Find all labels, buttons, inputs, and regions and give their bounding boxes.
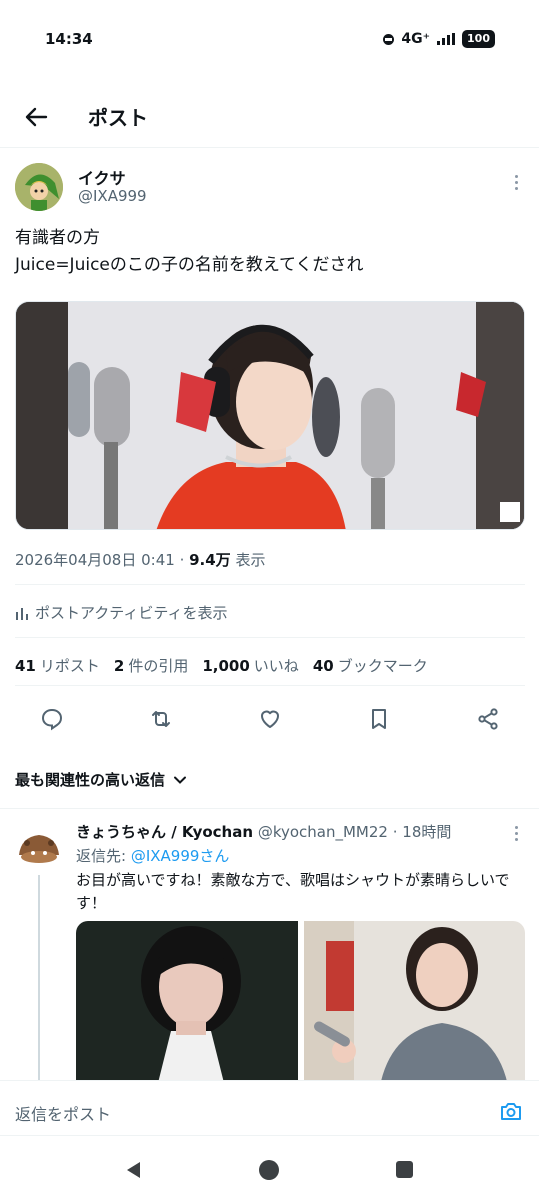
bookmarks-stat[interactable]: 40 ブックマーク (313, 655, 428, 676)
view-count: 9.4万 (189, 551, 231, 569)
reply-input[interactable]: 返信をポスト (15, 1101, 111, 1125)
share-button[interactable] (476, 707, 500, 731)
reply-time: · 18時間 (387, 823, 452, 841)
author-handle[interactable]: @IXA999 (78, 187, 147, 205)
camera-button[interactable] (499, 1099, 523, 1123)
post-image[interactable] (15, 301, 525, 530)
quotes-label: 件の引用 (128, 657, 189, 675)
post-stats: 41 リポスト 2 件の引用 1,000 いいね 40 ブックマーク (15, 655, 428, 676)
bookmarks-label: ブックマーク (337, 657, 428, 675)
nav-back-button[interactable] (124, 1160, 144, 1184)
reply-item[interactable]: きょうちゃん / Kyochan @kyochan_MM22 · 18時間 返信… (0, 808, 539, 1091)
thread-line (38, 875, 40, 1085)
reply-author-handle[interactable]: @kyochan_MM22 (258, 823, 388, 841)
divider (15, 637, 525, 638)
post-text-line: Juice=Juiceのこの子の名前を教えてくだされ (15, 255, 364, 275)
triangle-back-icon (127, 1162, 140, 1178)
battery-icon: 100 (462, 30, 495, 48)
status-bar: 14:34 4G⁺ 100 (0, 0, 539, 80)
post-activity-link[interactable]: ポストアクティビティを表示 (15, 602, 227, 623)
repost-button[interactable] (149, 707, 173, 731)
portrait-photo (76, 921, 298, 1091)
portrait-photo (303, 921, 525, 1091)
likes-count: 1,000 (202, 657, 250, 675)
sort-label: 最も関連性の高い返信 (15, 771, 166, 789)
reply-text: お目が高いですね！素敵な方で、歌唱はシャウトが素晴らしいです！ (76, 871, 510, 912)
post-activity-label: ポストアクティビティを表示 (35, 604, 228, 622)
reposts-label: リポスト (39, 657, 100, 675)
reply-header: きょうちゃん / Kyochan @kyochan_MM22 · 18時間 (76, 821, 451, 842)
like-icon (261, 710, 279, 728)
nav-home-button[interactable] (259, 1160, 279, 1180)
reply-image-2[interactable] (303, 921, 525, 1091)
status-indicators: 4G⁺ 100 (383, 30, 495, 48)
reply-to-label: 返信先: (76, 847, 131, 865)
timestamp-date: 2026年04月08日 0:41 · (15, 551, 190, 569)
avatar-image (15, 823, 63, 871)
reply-sort-dropdown[interactable]: 最も関連性の高い返信 (15, 769, 187, 790)
reply-more-options-button[interactable] (513, 826, 519, 842)
network-type: 4G⁺ (401, 31, 431, 47)
system-nav-bar (0, 1138, 539, 1200)
reply-image-1[interactable] (76, 921, 298, 1091)
singer-photo (16, 302, 524, 529)
like-button[interactable] (258, 707, 282, 731)
status-time: 14:34 (45, 30, 93, 48)
likes-stat[interactable]: 1,000 いいね (202, 655, 298, 676)
back-arrow-icon (25, 107, 48, 127)
post-actions (40, 707, 500, 731)
reply-to: 返信先: @IXA999さん (76, 845, 229, 866)
reply-button[interactable] (40, 707, 64, 731)
reply-icon (41, 708, 63, 731)
reply-author-avatar[interactable] (15, 823, 63, 871)
reposts-count: 41 (15, 657, 36, 675)
reply-composer: 返信をポスト (0, 1080, 539, 1136)
view-label: 表示 (230, 551, 266, 569)
dnd-icon (383, 33, 395, 45)
page-title: ポスト (88, 106, 148, 130)
reposts-stat[interactable]: 41 リポスト (15, 655, 100, 676)
post-text: 有識者の方 Juice=Juiceのこの子の名前を教えてくだされ (15, 225, 525, 279)
avatar-image (15, 163, 63, 211)
bookmark-button[interactable] (367, 707, 391, 731)
divider (15, 685, 525, 686)
signal-icon (437, 33, 456, 45)
likes-label: いいね (253, 657, 299, 675)
chevron-down-icon (174, 776, 187, 784)
repost-icon (152, 711, 170, 727)
divider (15, 584, 525, 585)
post-text-line: 有識者の方 (15, 228, 100, 248)
bookmark-icon (372, 709, 386, 729)
analytics-icon (16, 607, 28, 620)
camera-icon (501, 1103, 521, 1120)
top-bar: ポスト (0, 85, 539, 148)
share-icon (478, 708, 498, 730)
more-options-button[interactable] (513, 175, 519, 191)
reply-to-handle[interactable]: @IXA999さん (131, 847, 230, 865)
post-timestamp: 2026年04月08日 0:41 · 9.4万 表示 (15, 549, 265, 570)
back-button[interactable] (20, 101, 52, 133)
reply-author-name[interactable]: きょうちゃん / Kyochan (76, 823, 253, 841)
nav-recents-button[interactable] (396, 1161, 413, 1178)
author-avatar[interactable] (15, 163, 63, 211)
quotes-stat[interactable]: 2 件の引用 (114, 655, 188, 676)
bookmarks-count: 40 (312, 657, 334, 675)
reply-media (76, 921, 525, 1091)
author-name[interactable]: イクサ (78, 165, 126, 189)
quotes-count: 2 (113, 657, 125, 675)
